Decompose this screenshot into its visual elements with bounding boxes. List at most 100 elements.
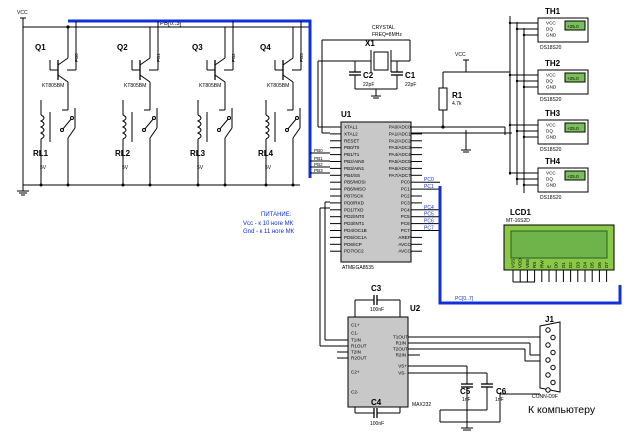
transistor-ref: Q1 [35,43,46,52]
transistor-ref: Q2 [117,43,128,52]
sensor-part: DS18S20 [540,147,562,153]
pc-wires: PC0PC1 PC4PC5PC6PC7 [422,177,440,232]
temperature-sensors: TH1+25.0VCCDQGNDDS18S20TH2+25.0VCCDQGNDD… [508,7,589,201]
pb-pin-label: PB3 [299,53,304,62]
mcu-pin-label: PD4/OC1B [344,228,367,233]
db9-pin [550,334,556,341]
sensor-ref: TH1 [545,7,561,16]
sensor-pin-label: GND [546,183,557,188]
lcd-pin-label: D3 [575,262,580,268]
mcu-pin-label: PA7/ADC7 [389,173,411,178]
mcu-pin-label: PB3/AIN1 [344,166,365,171]
j1-ref: J1 [545,315,554,324]
mcu-pin-label: PB7/SCK [344,194,364,199]
mcu-pin-label: PC4 [401,207,410,212]
c5-c6: C5 1nF C6 1nF [420,365,507,431]
mcu-pin-label: AREF [398,235,410,240]
sensor-pin-label: VCC [546,171,556,176]
vcc-label: VCC [17,10,28,16]
db9-pin [545,357,551,363]
c5-value: 1nF [462,397,471,403]
power-note-line3: Gnd - к 11 ноге МК [243,229,295,235]
db9-shell [539,321,561,393]
relay-stage-1: Q1 KT805BM PB0 RL1 5V [33,21,79,187]
transistor-part: KT805BM [124,83,146,89]
max232-u2: U2 C1+C1-T1INR1OUTT2INR2OUTC2+C2- T1OUTR… [337,304,431,408]
mcu-pin-label: PC2 [401,194,410,199]
pb2-net-label: PB2 [314,162,323,167]
lcd-ref: LCD1 [510,208,531,217]
sensor-wiring [504,16,525,193]
lcd-pin-label: VEE [525,259,530,268]
mcu-pin-label: PD7/OC2 [344,249,364,254]
relay-coil [264,114,270,140]
r1-value: 4.7k [452,101,462,107]
j1-part: CONN-D9F [532,394,558,400]
mcu-pin-label: PC7 [401,228,410,233]
c2-ref: C2 [363,71,374,80]
lcd-pin-label: D5 [590,262,595,268]
mcu-pin-label: PB1/T1 [344,152,360,157]
lcd-display: LCD1 MT-16S2D VSS VDD VEE RS RW E D0 D1 D2 D3 D4 D5… [503,208,615,283]
relay-stage-3: Q3 KT805BM PB2 RL3 5V [190,21,236,187]
max232-pin-label: T1OUT [393,335,408,340]
r1-ref: R1 [452,91,463,100]
sensor-pin-label: DQ [546,177,553,182]
max232-pin-label: C1- [351,331,359,336]
mcu-pin-label: PC0 [401,180,410,185]
computer-label: К компьютеру [528,404,596,416]
max232-pin-label: T2OUT [393,347,408,352]
c3-value: 100nF [370,307,384,313]
sensor-pin-label: GND [546,135,557,140]
max232-part: MAX232 [412,402,431,408]
pb3-net-label: PB3 [314,168,323,173]
mcu-pin-label: AVCC [398,242,411,247]
r1-body [438,87,448,111]
power-note-line1: ПИТАНИЕ: [261,212,292,218]
bus-label-pc: PC[0..7] [455,296,474,302]
lcd-pin-label: E [547,265,552,268]
relay-voltage: 5V [40,165,47,171]
crystal-body [373,51,389,71]
max232-pin-label: C1+ [351,323,360,328]
lcd-pin-label: RS [532,262,537,268]
mcu-pin-label: PB6/MISO [344,187,366,192]
sensor-reading: +25.0 [567,126,579,131]
db9-pin [545,342,551,348]
mcu-pin-label: PA1/ADC1 [389,131,411,136]
transistor-ref: Q3 [192,43,203,52]
pb0-net-label: PB0 [314,148,323,153]
sensor-pin-label: VCC [546,73,556,78]
transistor-part: KT805BM [42,83,64,89]
db9-pin [545,327,551,333]
mcu-pin-label: XTAL2 [344,131,358,136]
mcu-u1: U1 XTAL1XTAL2 RESET PB0/T0 PB1/T1 PB2/AIN0 PB… [330,110,422,271]
max232-pin-label: R1IN [396,341,406,346]
relay-ref: RL3 [190,149,206,158]
pb-pin-label: PB1 [156,53,161,62]
sensor-reading: +25.0 [567,24,579,29]
c1-value: 22pF [405,82,416,88]
c4-ref: C4 [371,398,382,407]
mcu-pin-label: PD6/ICP [344,242,362,247]
max232-pin-label: C2+ [351,370,360,375]
pb-pin-label: PB0 [74,53,79,62]
relay-coil [39,114,45,140]
mcu-pin-label: PC6 [401,221,410,226]
relay-stage-4: Q4 KT805BM PB3 RL4 5V [258,21,304,187]
mcu-pin-label: PA3/ADC3 [389,145,411,150]
sensor-reading: +25.0 [567,76,579,81]
mcu-pin-label: PB4/SS [344,173,360,178]
mcu-pin-label: PA2/ADC2 [389,138,411,143]
relay-voltage: 5V [265,165,272,171]
pc-net-label: PC5 [424,212,434,218]
relay-ref: RL2 [115,149,131,158]
lcd-pin-label: D6 [597,262,602,268]
sensor-reading: +25.0 [567,174,579,179]
mcu-pin-label: PD1/TXD [344,207,364,212]
crystal-section: CRYSTAL FREQ=8MHz X1 C2 22pF C1 22pF [317,25,416,134]
db9-connector: J1 CONN-D9F К компьютеру [528,315,596,416]
ground-symbol-left [17,185,29,196]
sensor-1: TH1 +25.0 VCCDQGND DS18S20 [508,7,589,51]
pb-bus-line [68,19,312,178]
